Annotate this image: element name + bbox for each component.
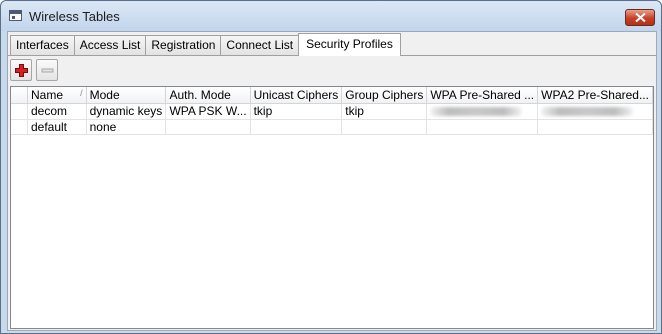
column-header-group-ciphers[interactable]: Group Ciphers (341, 87, 428, 104)
close-icon (635, 13, 646, 22)
tab-security-profiles[interactable]: Security Profiles (298, 33, 401, 56)
sort-indicator-icon: / (80, 88, 83, 98)
table-row[interactable]: default none (11, 119, 653, 135)
plus-icon (15, 64, 28, 77)
cell-wpa-psk (426, 103, 539, 120)
cell-unicast-ciphers (250, 119, 343, 135)
tab-connect-list[interactable]: Connect List (220, 35, 300, 56)
title-bar[interactable]: Wireless Tables (1, 1, 661, 31)
masked-value (430, 106, 523, 116)
cell-wpa-psk (426, 119, 539, 135)
cell-name: decom (27, 103, 87, 120)
toolbar (10, 59, 58, 83)
close-button[interactable] (625, 9, 655, 26)
column-header-wpa-psk[interactable]: WPA Pre-Shared ... (426, 87, 539, 104)
window-content: Interfaces Access List Registration Conn… (7, 31, 657, 331)
remove-button[interactable] (36, 59, 58, 81)
security-profiles-panel: Name / Mode Auth. Mode Unicast Ciphers Gr… (8, 55, 656, 330)
tab-interfaces[interactable]: Interfaces (10, 35, 75, 56)
tab-registration[interactable]: Registration (145, 35, 222, 56)
cell-auth-mode: WPA PSK W... (165, 103, 251, 120)
table-row[interactable]: decom dynamic keys WPA PSK W... tkip tki… (11, 103, 653, 120)
column-header-auth-mode[interactable]: Auth. Mode (165, 87, 251, 104)
cell-group-ciphers: tkip (341, 103, 428, 120)
window-app-icon (9, 10, 22, 21)
cell-mode: dynamic keys (86, 103, 167, 120)
cell-wpa2-psk (537, 103, 653, 120)
cell-mode: none (86, 119, 167, 135)
cell-auth-mode (165, 119, 251, 135)
column-header-mode[interactable]: Mode (86, 87, 167, 104)
add-button[interactable] (10, 59, 32, 81)
row-selector-header (11, 87, 28, 104)
column-header-wpa2-psk[interactable]: WPA2 Pre-Shared... (537, 87, 653, 104)
masked-value (541, 106, 634, 116)
column-header-unicast-ciphers[interactable]: Unicast Ciphers (250, 87, 343, 104)
tab-access-list[interactable]: Access List (73, 35, 147, 56)
table-header-row: Name / Mode Auth. Mode Unicast Ciphers Gr… (11, 87, 653, 104)
column-header-label: Name (30, 87, 63, 102)
window-title: Wireless Tables (29, 9, 120, 24)
row-selector[interactable] (11, 103, 28, 120)
cell-group-ciphers (341, 119, 428, 135)
cell-wpa2-psk (537, 119, 653, 135)
minus-icon (41, 68, 54, 73)
security-profiles-table[interactable]: Name / Mode Auth. Mode Unicast Ciphers Gr… (10, 86, 654, 329)
tab-strip: Interfaces Access List Registration Conn… (10, 33, 401, 56)
cell-unicast-ciphers: tkip (250, 103, 343, 120)
row-selector[interactable] (11, 119, 28, 135)
wireless-tables-window: Wireless Tables Interfaces Access List R… (0, 0, 662, 334)
column-header-name[interactable]: Name / (27, 87, 87, 104)
cell-name: default (27, 119, 87, 135)
